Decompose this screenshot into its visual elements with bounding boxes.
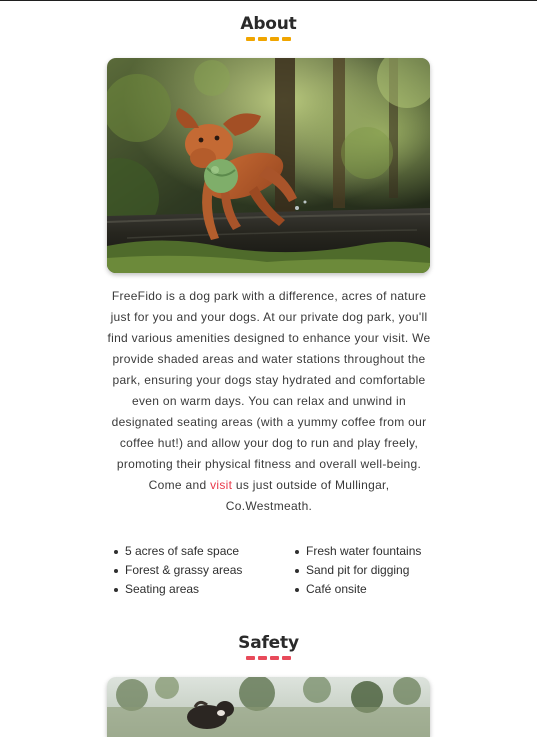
about-description: FreeFido is a dog park with a difference… (104, 286, 434, 517)
bullet-icon (114, 588, 118, 592)
underline-dash (282, 656, 291, 660)
underline-dash (282, 37, 291, 41)
safety-title-underline (0, 656, 537, 660)
amenity-label: Sand pit for digging (306, 563, 410, 577)
underline-dash (246, 37, 255, 41)
about-text-start: FreeFido is a dog park with a difference… (107, 289, 431, 492)
about-dog-photo (107, 58, 430, 273)
amenity-item: Fresh water fountains (295, 542, 421, 561)
bullet-icon (295, 550, 299, 554)
safety-dogs-photo (107, 677, 430, 737)
amenity-item: Café onsite (295, 580, 421, 599)
amenity-item: 5 acres of safe space (114, 542, 242, 561)
amenity-label: Seating areas (125, 582, 200, 596)
amenity-label: Fresh water fountains (306, 544, 422, 558)
underline-dash (270, 656, 279, 660)
safety-heading: Safety (0, 633, 537, 660)
bullet-icon (114, 569, 118, 573)
amenity-item: Seating areas (114, 580, 242, 599)
amenity-item: Sand pit for digging (295, 561, 421, 580)
about-title-underline (0, 37, 537, 41)
underline-dash (270, 37, 279, 41)
amenity-label: Café onsite (306, 582, 367, 596)
underline-dash (258, 37, 267, 41)
underline-dash (246, 656, 255, 660)
amenity-item: Forest & grassy areas (114, 561, 242, 580)
top-divider (0, 0, 537, 1)
about-title: About (240, 14, 297, 34)
bullet-icon (114, 550, 118, 554)
amenities-left-column: 5 acres of safe space Forest & grassy ar… (114, 542, 242, 599)
about-heading: About (0, 14, 537, 41)
bullet-icon (295, 569, 299, 573)
bullet-icon (295, 588, 299, 592)
safety-title: Safety (238, 633, 299, 653)
amenity-label: Forest & grassy areas (125, 563, 243, 577)
about-text-end: us just outside of Mullingar, Co.Westmea… (225, 478, 390, 513)
visit-link[interactable]: visit (210, 478, 232, 492)
amenities-right-column: Fresh water fountains Sand pit for diggi… (295, 542, 421, 599)
amenity-label: 5 acres of safe space (125, 544, 240, 558)
underline-dash (258, 656, 267, 660)
